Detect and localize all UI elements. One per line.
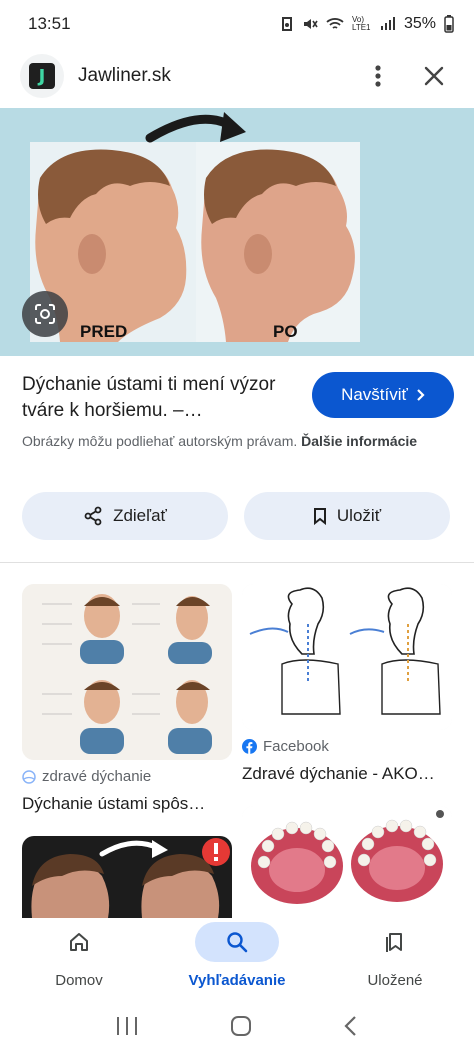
home-system-button[interactable] (229, 1014, 253, 1043)
before-after-illustration (30, 112, 360, 342)
label-before: PRED (80, 322, 128, 341)
related-thumb-4[interactable] (242, 806, 452, 918)
notification-icon (281, 17, 292, 31)
google-lens-button[interactable] (22, 291, 68, 337)
facebook-icon (242, 739, 257, 754)
copyright-text: Obrázky môžu podliehať autorským právam. (22, 433, 298, 449)
site-name: Jawliner.sk (78, 65, 171, 86)
nav-saved[interactable]: Uložené (316, 918, 474, 1004)
nav-saved-pill (353, 922, 437, 962)
related-image-4 (242, 806, 452, 918)
related-thumb-3[interactable] (22, 836, 232, 918)
related-image-2 (242, 584, 452, 730)
close-button[interactable] (414, 56, 454, 96)
related-source-1[interactable]: zdravé dýchanie (22, 768, 151, 785)
related-thumb-1[interactable] (22, 584, 232, 760)
share-icon (84, 506, 102, 526)
bottom-navigation: Domov Vyhľadávanie Uložené (0, 918, 474, 1004)
nav-search-label: Vyhľadávanie (188, 972, 286, 989)
recent-apps-icon (117, 1017, 137, 1035)
back-button[interactable] (343, 1014, 359, 1043)
save-label: Uložiť (336, 506, 382, 525)
related-source-2[interactable]: Facebook (242, 738, 329, 755)
result-title[interactable]: Dýchanie ústami ti mení výzor tváre k ho… (22, 372, 302, 424)
nav-home[interactable]: Domov (0, 918, 158, 1004)
search-icon (227, 932, 248, 953)
system-navigation (0, 1004, 474, 1053)
copyright-notice: Obrázky môžu podliehať autorským právam.… (22, 430, 452, 452)
visit-button[interactable]: Navštíviť (312, 372, 454, 418)
related-source-2-label: Facebook (263, 738, 329, 755)
related-image-1 (22, 584, 232, 760)
site-logo-letter: J (29, 63, 55, 89)
collections-icon (386, 933, 402, 952)
related-title-2[interactable]: Zdravé dýchanie - AKO… (242, 764, 452, 784)
nav-search[interactable]: Vyhľadávanie (158, 918, 316, 1004)
label-after: PO (273, 322, 298, 341)
mute-icon (303, 19, 318, 29)
related-thumb-2[interactable] (242, 584, 452, 730)
home-icon (70, 933, 88, 951)
more-options-button[interactable] (358, 56, 398, 96)
status-bar: 13:51 Vo) LTE1 35% (0, 0, 474, 48)
network-label: Vo) LTE1 (351, 15, 371, 32)
more-vert-icon (375, 65, 381, 87)
close-icon (424, 66, 444, 86)
nav-search-pill (195, 922, 279, 962)
back-icon (344, 1016, 356, 1036)
signal-icon (380, 17, 395, 30)
wifi-icon (326, 18, 344, 29)
battery-percentage: 35% (403, 15, 436, 32)
site-header: J Jawliner.sk (0, 48, 474, 104)
recent-apps-button[interactable] (115, 1015, 139, 1042)
save-button[interactable]: Uložiť (244, 492, 450, 540)
hero-image[interactable]: PRED PO (0, 108, 474, 356)
status-icons: Vo) LTE1 35% (280, 15, 454, 33)
chevron-right-icon (417, 389, 425, 401)
globe-icon (22, 769, 36, 784)
more-info-link[interactable]: Ďalšie informácie (301, 433, 417, 449)
site-logo[interactable]: J (20, 54, 64, 98)
nav-home-pill (37, 922, 121, 962)
related-title-1[interactable]: Dýchanie ústami spôs… (22, 794, 232, 814)
section-divider (0, 562, 474, 563)
related-source-1-label: zdravé dýchanie (42, 768, 152, 785)
share-button[interactable]: Zdieľať (22, 492, 228, 540)
share-label: Zdieľať (113, 506, 167, 525)
nav-saved-label: Uložené (367, 972, 423, 989)
nav-home-label: Domov (55, 972, 103, 989)
visit-label: Navštíviť (341, 385, 408, 404)
battery-icon (444, 15, 454, 33)
status-time: 13:51 (28, 14, 71, 33)
related-image-3 (22, 836, 232, 918)
home-circle-icon (231, 1016, 251, 1036)
bookmark-icon (313, 508, 326, 525)
lens-icon (35, 304, 55, 324)
